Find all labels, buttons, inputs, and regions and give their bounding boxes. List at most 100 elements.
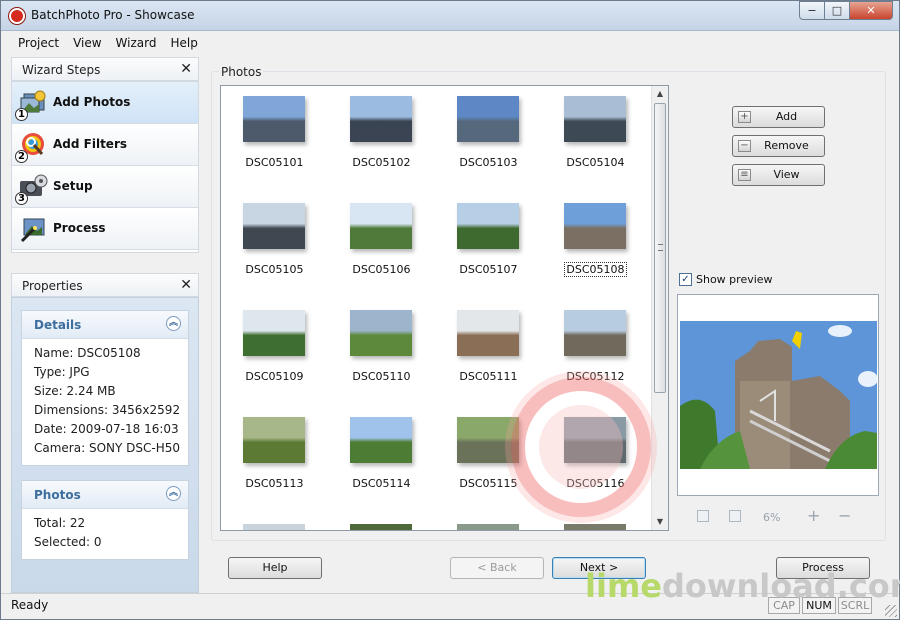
wizard-steps-header: Wizard Steps ✕ xyxy=(11,57,199,81)
thumbnail-caption: DSC05107 xyxy=(435,263,542,276)
cap-indicator: CAP xyxy=(768,597,800,614)
photo-thumbnail[interactable]: DSC05113 xyxy=(221,407,328,514)
photo-thumbnail[interactable]: DSC05110 xyxy=(328,300,435,407)
thumbnail-filename: DSC05104 xyxy=(566,156,625,169)
next-button[interactable]: Next > xyxy=(552,557,646,579)
menu-view[interactable]: View xyxy=(66,34,108,54)
photo-thumbnail[interactable]: DSC05101 xyxy=(221,86,328,193)
add-icon: + xyxy=(738,111,751,123)
thumbnail-filename: DSC05103 xyxy=(459,156,518,169)
thumbnail-image xyxy=(243,203,305,249)
fit-window-icon[interactable] xyxy=(697,510,709,522)
photo-thumbnail[interactable]: DSC05105 xyxy=(221,193,328,300)
photo-thumbnail[interactable]: DSC05102 xyxy=(328,86,435,193)
photo-thumbnail[interactable]: DSC05104 xyxy=(542,86,649,193)
menu-project[interactable]: Project xyxy=(11,34,66,54)
remove-button-label: Remove xyxy=(764,139,809,152)
thumbnail-caption: DSC05112 xyxy=(542,370,649,383)
preview-castle-image xyxy=(680,321,877,469)
gallery-scrollbar[interactable]: ▲ ▼ xyxy=(651,86,668,530)
window-title: BatchPhoto Pro - Showcase xyxy=(31,8,195,22)
properties-title: Properties xyxy=(22,279,83,293)
process-button[interactable]: Process xyxy=(776,557,870,579)
thumbnail-image xyxy=(457,96,519,142)
preview-zoom-toolbar: 6% + − xyxy=(691,506,861,525)
thumbnail-image xyxy=(564,96,626,142)
step-process[interactable]: Process xyxy=(12,208,198,250)
thumbnail-filename: DSC05101 xyxy=(245,156,304,169)
thumbnail-image xyxy=(350,203,412,249)
status-bar: Ready CAP NUM SCRL xyxy=(1,593,899,619)
show-preview-option[interactable]: ✓ Show preview xyxy=(679,273,773,286)
add-button[interactable]: + Add xyxy=(732,106,825,128)
properties-close-icon[interactable]: ✕ xyxy=(180,277,192,293)
close-button[interactable]: ✕ xyxy=(849,1,893,20)
photo-thumbnail[interactable]: DSC05109 xyxy=(221,300,328,407)
thumbnail-image-partial[interactable] xyxy=(350,524,412,530)
back-button[interactable]: < Back xyxy=(450,557,544,579)
thumbnail-image xyxy=(564,203,626,249)
wizard-steps-list: 1 Add Photos 2 Add Filters 3 Setup Proce… xyxy=(11,81,199,253)
thumbnail-caption: DSC05105 xyxy=(221,263,328,276)
step-setup[interactable]: 3 Setup xyxy=(12,166,198,208)
photo-thumbnail[interactable]: DSC05108 xyxy=(542,193,649,300)
thumbnail-caption: DSC05109 xyxy=(221,370,328,383)
wizard-close-icon[interactable]: ✕ xyxy=(180,61,192,77)
scroll-up-arrow-icon[interactable]: ▲ xyxy=(652,86,668,102)
zoom-in-icon[interactable]: + xyxy=(807,506,820,525)
app-window: BatchPhoto Pro - Showcase − □ ✕ Project … xyxy=(0,0,900,620)
step-add-filters[interactable]: 2 Add Filters xyxy=(12,124,198,166)
step-label: Process xyxy=(53,221,106,235)
thumbnail-image-partial[interactable] xyxy=(243,524,305,530)
view-button[interactable]: ≡ View xyxy=(732,164,825,186)
thumbnail-filename: DSC05102 xyxy=(352,156,411,169)
photo-thumbnail[interactable]: DSC05116 xyxy=(542,407,649,514)
show-preview-checkbox[interactable]: ✓ xyxy=(679,273,692,286)
photo-thumbnail[interactable]: DSC05115 xyxy=(435,407,542,514)
thumbnail-image-partial[interactable] xyxy=(564,524,626,530)
resize-grip-icon[interactable] xyxy=(885,605,897,617)
collapse-chevron-icon[interactable]: ︽ xyxy=(166,316,181,331)
menu-wizard[interactable]: Wizard xyxy=(109,34,164,54)
thumbnail-filename: DSC05106 xyxy=(352,263,411,276)
photo-thumbnail[interactable]: DSC05106 xyxy=(328,193,435,300)
add-button-label: Add xyxy=(775,110,798,123)
actual-size-icon[interactable] xyxy=(729,510,741,522)
photo-thumbnail[interactable]: DSC05103 xyxy=(435,86,542,193)
thumbnail-image xyxy=(350,96,412,142)
maximize-button[interactable]: □ xyxy=(824,1,850,20)
zoom-out-icon[interactable]: − xyxy=(838,506,851,525)
photos-card-header[interactable]: Photos ︽ xyxy=(22,481,188,509)
photo-thumbnail[interactable]: DSC05107 xyxy=(435,193,542,300)
thumbnail-caption: DSC05110 xyxy=(328,370,435,383)
photo-gallery[interactable]: DSC05101 DSC05102 DSC05103 DSC05104 DSC05105… xyxy=(220,85,669,531)
remove-button[interactable]: − Remove xyxy=(732,135,825,157)
thumbnail-filename: DSC05112 xyxy=(566,370,625,383)
photos-total: Total: 22 xyxy=(34,516,86,530)
photo-thumbnail[interactable]: DSC05114 xyxy=(328,407,435,514)
details-card-header[interactable]: Details ︽ xyxy=(22,311,188,339)
photo-thumbnail[interactable]: DSC05112 xyxy=(542,300,649,407)
app-logo-icon xyxy=(9,8,25,24)
menu-bar: Project View Wizard Help xyxy=(11,34,205,54)
thumbnail-image-partial[interactable] xyxy=(457,524,519,530)
title-bar[interactable]: BatchPhoto Pro - Showcase − □ ✕ xyxy=(1,1,899,31)
thumbnail-filename: DSC05109 xyxy=(245,370,304,383)
step-add-photos[interactable]: 1 Add Photos xyxy=(12,82,198,124)
wizard-steps-title: Wizard Steps xyxy=(22,63,101,77)
thumbnail-caption: DSC05103 xyxy=(435,156,542,169)
menu-help[interactable]: Help xyxy=(163,34,204,54)
show-preview-label: Show preview xyxy=(696,273,773,286)
collapse-chevron-icon[interactable]: ︽ xyxy=(166,486,181,501)
thumbnail-filename: DSC05110 xyxy=(352,370,411,383)
minimize-button[interactable]: − xyxy=(799,1,825,20)
thumbnail-caption: DSC05114 xyxy=(328,477,435,490)
help-button[interactable]: Help xyxy=(228,557,322,579)
photos-selected: Selected: 0 xyxy=(34,535,102,549)
num-indicator: NUM xyxy=(802,597,836,614)
photo-thumbnail[interactable]: DSC05111 xyxy=(435,300,542,407)
thumbnail-image xyxy=(457,417,519,463)
scrollbar-thumb[interactable] xyxy=(654,103,666,393)
scroll-down-arrow-icon[interactable]: ▼ xyxy=(652,514,668,530)
preview-frame xyxy=(677,294,879,496)
